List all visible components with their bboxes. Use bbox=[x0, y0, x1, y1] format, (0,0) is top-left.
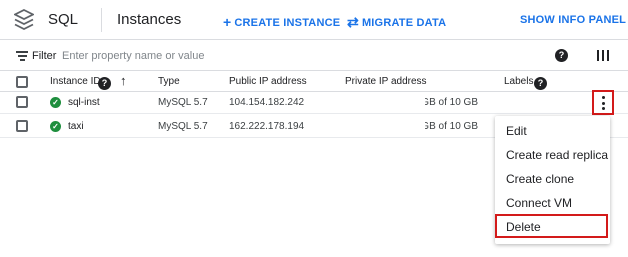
check-circle-icon: ✓ bbox=[50, 121, 61, 132]
migrate-data-label: MIGRATE DATA bbox=[361, 17, 447, 29]
row-checkbox[interactable] bbox=[16, 96, 28, 108]
filter-input[interactable] bbox=[62, 47, 362, 65]
storage-text: GB of 10 GB bbox=[425, 121, 478, 132]
column-instance-id[interactable]: Instance ID bbox=[50, 76, 101, 87]
instance-id-link[interactable]: sql-inst bbox=[68, 97, 100, 108]
app-name: SQL bbox=[48, 11, 79, 28]
column-labels[interactable]: Labels bbox=[504, 76, 533, 87]
migrate-arrows-icon: ⇄ bbox=[347, 14, 359, 30]
storage-usage: GB of 10 GB bbox=[425, 121, 478, 135]
filter-label: Filter bbox=[32, 50, 57, 62]
column-public-ip[interactable]: Public IP address bbox=[229, 76, 307, 87]
create-instance-label: CREATE INSTANCE bbox=[234, 17, 341, 29]
row-checkbox[interactable] bbox=[16, 120, 28, 132]
check-circle-icon: ✓ bbox=[50, 97, 61, 108]
public-ip: 162.222.178.194 bbox=[229, 121, 305, 132]
menu-item-create-read-replica[interactable]: Create read replica bbox=[495, 143, 610, 167]
create-instance-button[interactable]: + CREATE INSTANCE bbox=[223, 14, 340, 30]
menu-item-connect-vm[interactable]: Connect VM bbox=[495, 191, 610, 215]
column-private-ip[interactable]: Private IP address bbox=[345, 76, 427, 87]
filter-lines-icon bbox=[16, 51, 28, 61]
menu-item-edit[interactable]: Edit bbox=[495, 119, 610, 143]
instance-type: MySQL 5.7 bbox=[158, 121, 208, 132]
page-title: Instances bbox=[117, 11, 182, 28]
row-actions-menu: Edit Create read replica Create clone Co… bbox=[495, 116, 610, 244]
table-row[interactable]: ✓ sql-inst MySQL 5.7 104.154.182.242 GB … bbox=[0, 92, 628, 114]
public-ip: 104.154.182.242 bbox=[229, 97, 305, 108]
instance-type: MySQL 5.7 bbox=[158, 97, 208, 108]
show-info-panel-button[interactable]: SHOW INFO PANEL bbox=[520, 14, 626, 26]
cloud-sql-logo-icon bbox=[14, 9, 34, 31]
instance-id-link[interactable]: taxi bbox=[68, 121, 84, 132]
header-divider bbox=[101, 8, 102, 32]
top-header: SQL Instances + CREATE INSTANCE ⇄ MIGRATE … bbox=[0, 0, 628, 40]
labels-help-icon[interactable]: ? bbox=[534, 77, 547, 90]
plus-icon: + bbox=[223, 14, 232, 30]
menu-item-delete[interactable]: Delete bbox=[495, 214, 608, 238]
storage-text: GB of 10 GB bbox=[425, 97, 478, 108]
more-vert-icon[interactable] bbox=[592, 90, 614, 115]
column-display-icon[interactable] bbox=[597, 50, 609, 61]
filter-bar: Filter bbox=[0, 41, 628, 71]
instance-id-help-icon[interactable]: ? bbox=[98, 77, 111, 90]
menu-item-create-clone[interactable]: Create clone bbox=[495, 167, 610, 191]
column-type[interactable]: Type bbox=[158, 76, 180, 87]
migrate-data-button[interactable]: ⇄ MIGRATE DATA bbox=[347, 14, 446, 31]
arrow-up-icon[interactable]: ↑ bbox=[120, 73, 127, 88]
select-all-checkbox[interactable] bbox=[16, 76, 28, 88]
storage-usage: GB of 10 GB bbox=[425, 97, 478, 111]
help-icon[interactable]: ? bbox=[555, 49, 568, 62]
